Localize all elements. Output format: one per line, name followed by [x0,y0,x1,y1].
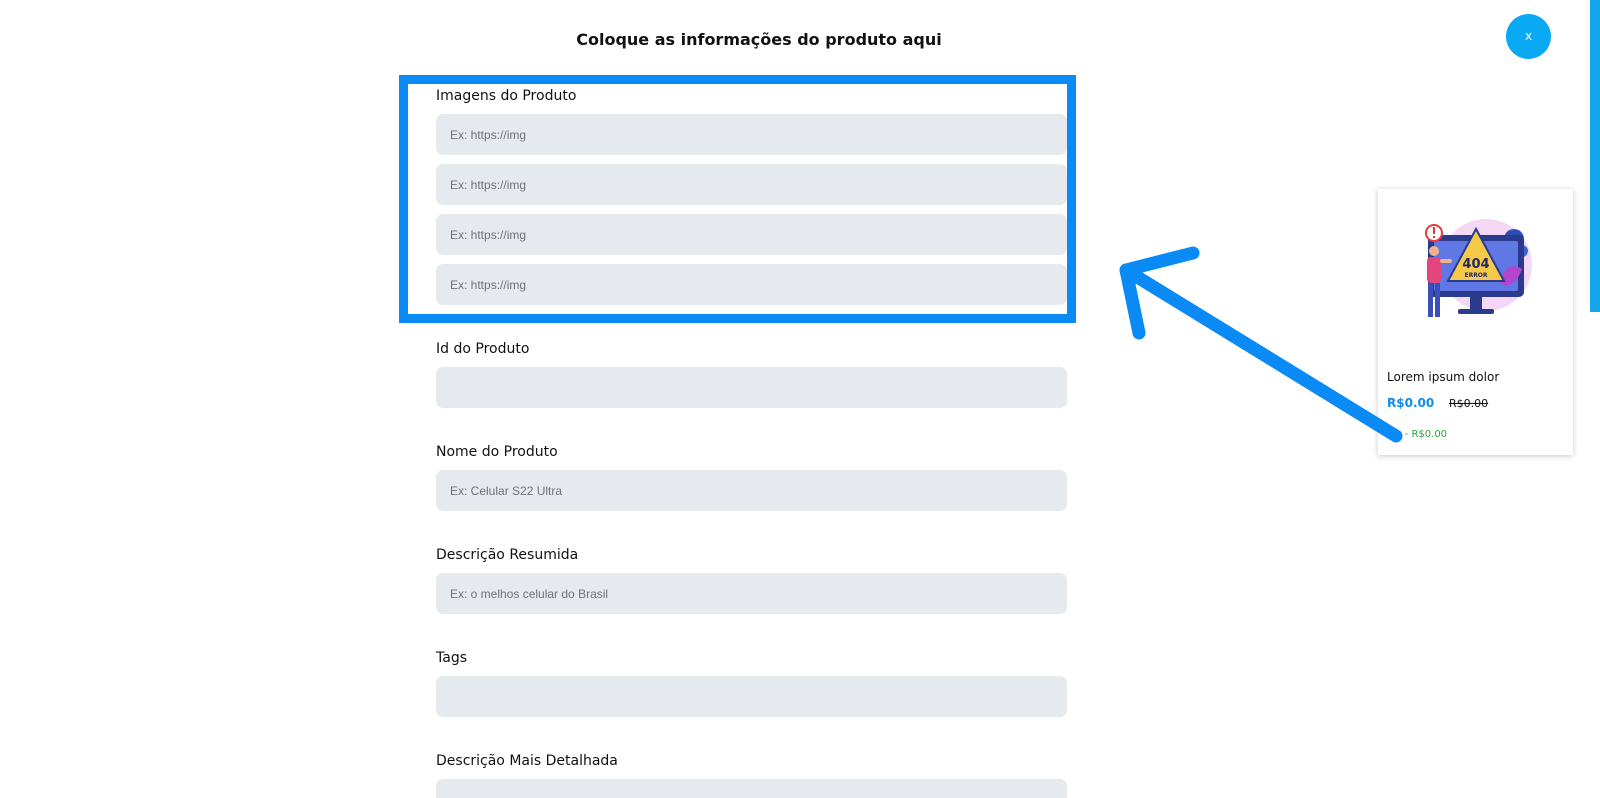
product-name-label: Nome do Produto [436,444,558,460]
image-url-input-3[interactable] [436,214,1067,255]
scrollbar-thumb[interactable] [1590,0,1600,312]
product-preview-card[interactable]: 404 ERROR Lorem ipsum dolor R$0.00 R$0.0… [1378,189,1573,455]
card-title: Lorem ipsum dolor [1387,370,1500,384]
detailed-description-label: Descrição Mais Detalhada [436,753,618,769]
images-label: Imagens do Produto [436,88,577,104]
tags-label: Tags [436,650,467,666]
product-form-page: Coloque as informações do produto aqui x… [0,0,1600,798]
short-description-label: Descrição Resumida [436,547,579,563]
close-button[interactable]: x [1506,14,1551,59]
image-404-text: 404 [1462,257,1489,272]
image-error-text: ERROR [1464,272,1487,279]
image-url-input-4[interactable] [436,264,1067,305]
product-name-input[interactable] [436,470,1067,511]
page-title: Coloque as informações do produto aqui [576,30,942,49]
card-old-price: R$0.00 [1449,397,1489,410]
detailed-description-input[interactable] [436,779,1067,798]
tags-input[interactable] [436,676,1067,717]
image-url-input-1[interactable] [436,114,1067,155]
product-id-input[interactable] [436,367,1067,408]
card-price: R$0.00 [1387,396,1435,410]
short-description-input[interactable] [436,573,1067,614]
image-url-input-2[interactable] [436,164,1067,205]
404-error-illustration-icon: 404 ERROR [1425,219,1532,317]
card-pix-price: Pix - R$0.00 [1387,429,1448,440]
product-id-label: Id do Produto [436,341,530,357]
